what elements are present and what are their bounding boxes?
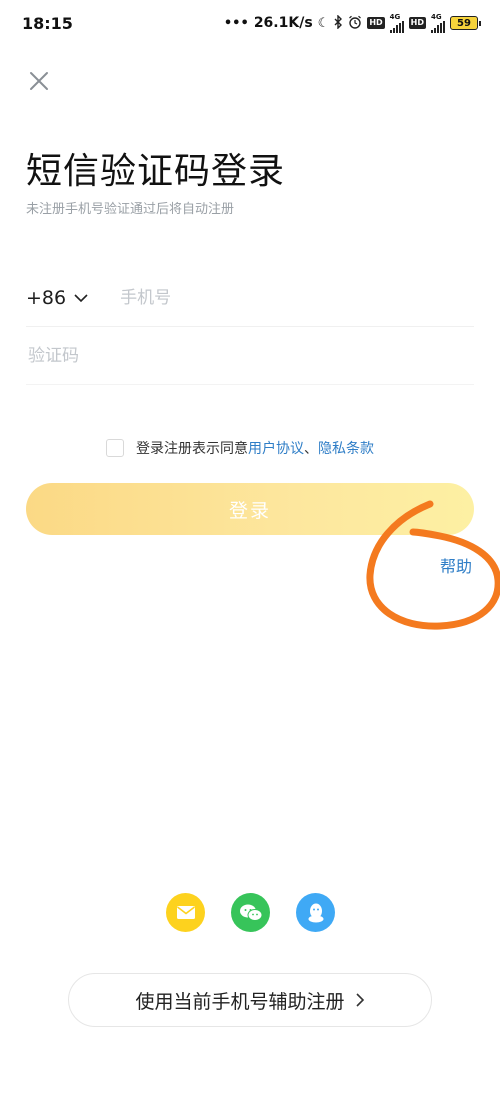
- status-icons: ••• 26.1K/s ☾ HD 4G HD 4G 59: [223, 12, 481, 33]
- country-code: +86: [26, 287, 67, 309]
- battery-level: 59: [457, 17, 471, 29]
- agreement-row: 登录注册表示同意 用户协议 、 隐私条款: [106, 438, 374, 458]
- net-type-label: 4G: [389, 12, 401, 21]
- email-login-button[interactable]: [166, 893, 205, 932]
- chevron-down-icon: [74, 294, 88, 303]
- dots-icon: •••: [223, 15, 249, 31]
- page-title: 短信验证码登录: [26, 151, 286, 192]
- hd-icon-2: HD: [408, 17, 426, 29]
- email-icon: [176, 906, 195, 919]
- qq-icon: [308, 903, 323, 922]
- phone-row: +86: [26, 270, 474, 327]
- assist-register-button[interactable]: 使用当前手机号辅助注册: [68, 973, 432, 1027]
- wechat-login-button[interactable]: [231, 893, 270, 932]
- status-time: 18:15: [22, 13, 73, 33]
- alarm-icon: [348, 15, 362, 32]
- close-button[interactable]: [28, 70, 50, 92]
- close-icon: [30, 72, 48, 90]
- assist-register-label: 使用当前手机号辅助注册: [135, 990, 345, 1013]
- help-link[interactable]: 帮助: [440, 553, 472, 577]
- status-bar: 18:15 ••• 26.1K/s ☾ HD 4G HD 4G 59: [0, 0, 500, 46]
- phone-input[interactable]: [118, 287, 423, 309]
- bluetooth-icon: [334, 13, 343, 32]
- country-code-selector[interactable]: +86: [26, 287, 88, 309]
- wechat-icon: [239, 904, 262, 921]
- agreement-separator: 、: [304, 441, 318, 457]
- battery-icon: 59: [450, 16, 481, 30]
- qq-login-button[interactable]: [296, 893, 335, 932]
- chevron-right-icon: [355, 993, 364, 1007]
- login-button[interactable]: 登录: [26, 483, 474, 535]
- moon-icon: ☾: [317, 15, 330, 31]
- page-subtitle: 未注册手机号验证通过后将自动注册: [26, 202, 235, 217]
- signal-icon-2: 4G: [431, 12, 445, 33]
- signal-icon: 4G: [389, 12, 404, 33]
- privacy-policy-link[interactable]: 隐私条款: [318, 438, 374, 458]
- code-row: [26, 328, 474, 385]
- net-type-label-2: 4G: [431, 12, 442, 21]
- agreement-checkbox[interactable]: [106, 439, 124, 457]
- social-login-row: [166, 893, 335, 932]
- hd-icon: HD: [367, 17, 385, 29]
- network-speed: 26.1K/s: [253, 15, 313, 31]
- user-agreement-link[interactable]: 用户协议: [248, 438, 304, 458]
- verification-code-input[interactable]: [26, 345, 450, 367]
- agreement-prefix: 登录注册表示同意: [136, 441, 248, 457]
